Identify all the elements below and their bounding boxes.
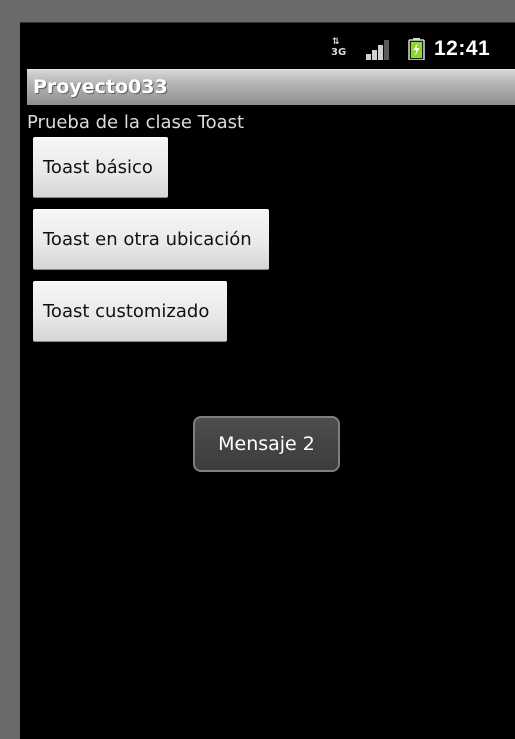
signal-bar — [378, 45, 383, 60]
status-clock: 12:41 — [434, 37, 491, 60]
toast-basic-button[interactable]: Toast básico — [33, 137, 168, 198]
battery-charging-icon — [408, 38, 425, 61]
content-label: Prueba de la clase Toast — [27, 112, 245, 133]
app-title-bar: Proyecto033 — [27, 69, 515, 105]
signal-bar — [384, 40, 389, 60]
network-type-label: 3G — [331, 47, 347, 58]
device-screen: ⇅ 3G 12:41 Proyecto033 Prueba de la clas… — [20, 22, 515, 739]
status-bar: ⇅ 3G 12:41 — [20, 34, 515, 64]
data-arrows-icon: ⇅ — [332, 37, 339, 47]
toast-custom-button[interactable]: Toast customizado — [33, 281, 227, 342]
screen-edge — [20, 22, 515, 23]
emulator-frame: ⇅ 3G 12:41 Proyecto033 Prueba de la clas… — [0, 0, 515, 739]
3g-data-icon: ⇅ 3G — [331, 37, 347, 60]
app-title: Proyecto033 — [33, 76, 168, 98]
toast-location-button[interactable]: Toast en otra ubicación — [33, 209, 269, 270]
signal-strength-icon — [366, 40, 392, 60]
signal-bar — [372, 50, 377, 60]
toast-message: Mensaje 2 — [193, 416, 340, 472]
signal-bar — [366, 54, 371, 60]
